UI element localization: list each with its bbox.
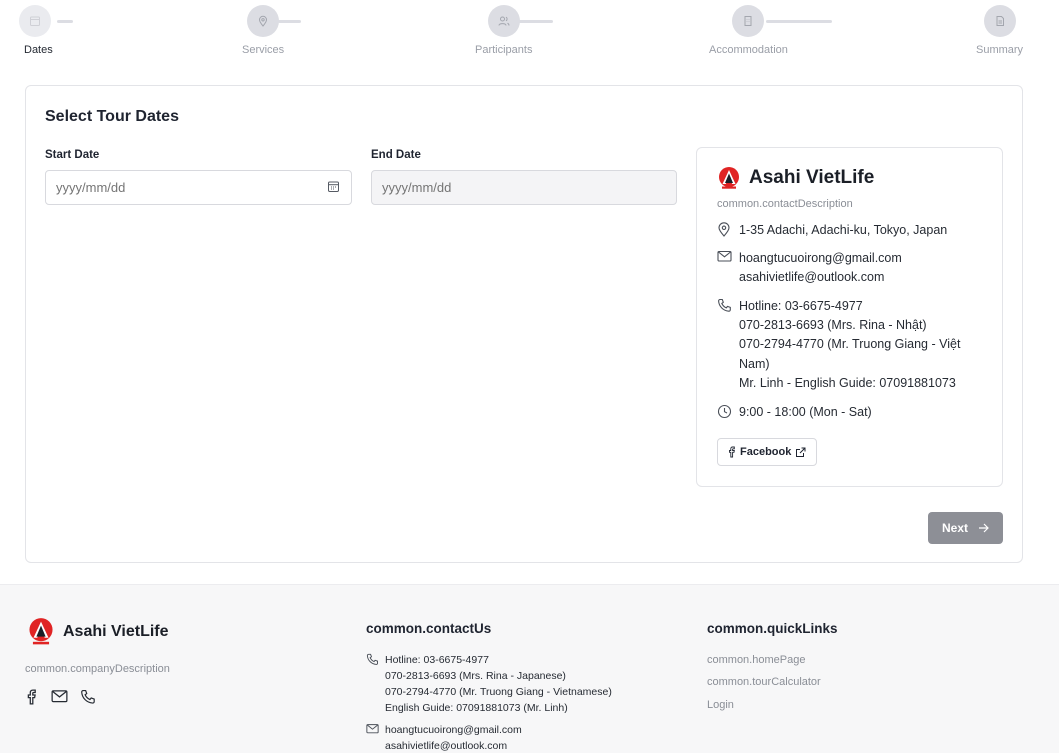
phone-icon — [366, 653, 380, 666]
footer-email[interactable]: asahivietlife@outlook.com — [385, 738, 522, 754]
external-link-icon — [795, 447, 806, 458]
phone-text: Mr. Linh - English Guide: 07091881073 — [739, 375, 956, 390]
footer-phone-row: Hotline: 03-6675-4977 070-2813-6693 (Mrs… — [366, 652, 612, 716]
phone-text: 070-2813-6693 (Mrs. Rina - Nhật) — [739, 318, 927, 333]
contact-brand: Asahi VietLife — [717, 166, 874, 190]
arrow-right-icon — [978, 523, 989, 533]
footer-description: common.companyDescription — [25, 663, 170, 675]
phone-icon[interactable] — [80, 689, 96, 705]
next-label: Next — [941, 521, 968, 535]
step-label: Services — [242, 44, 285, 56]
step-label: Dates — [24, 44, 53, 56]
asahi-logo-icon — [717, 166, 741, 190]
step-services[interactable]: Services — [242, 5, 284, 56]
asahi-logo-icon — [27, 617, 55, 647]
social-links — [25, 689, 108, 705]
facebook-icon — [728, 446, 736, 458]
footer-email[interactable]: hoangtucuoirong@gmail.com — [385, 722, 522, 738]
hotline-text: Hotline: 03-6675-4977 — [739, 299, 863, 313]
quick-links-heading: common.quickLinks — [707, 621, 838, 636]
facebook-button[interactable]: Facebook — [717, 438, 818, 466]
phone-text: 070-2794-4770 (Mr. Truong Giang - Việt N… — [739, 337, 961, 371]
footer-phone: 070-2813-6693 (Mrs. Rina - Japanese) — [385, 670, 566, 682]
quick-link-login[interactable]: Login — [707, 699, 734, 711]
start-date-input[interactable] — [45, 170, 352, 205]
footer-email-row: hoangtucuoirong@gmail.com asahivietlife@… — [366, 722, 522, 754]
mail-icon[interactable] — [51, 689, 68, 705]
progress-stepper: Dates Services Participants Accommodatio… — [0, 0, 1059, 66]
step-label: Participants — [475, 44, 533, 56]
end-date-label: End Date — [371, 149, 421, 161]
step-accommodation[interactable]: Accommodation — [709, 5, 788, 56]
email-link[interactable]: asahivietlife@outlook.com — [739, 268, 902, 287]
brand-name: Asahi VietLife — [749, 167, 875, 188]
mail-icon — [366, 723, 380, 734]
next-button[interactable]: Next — [928, 512, 1003, 544]
contact-info-panel: Asahi VietLife common.contactDescription… — [696, 147, 1003, 487]
facebook-label: Facebook — [740, 446, 792, 458]
step-label: Accommodation — [709, 44, 788, 56]
phone-icon — [717, 298, 733, 313]
date-selection-card: Select Tour Dates Start Date End Date As… — [25, 85, 1023, 563]
contact-us-heading: common.contactUs — [366, 621, 492, 636]
quick-link-home[interactable]: common.homePage — [707, 654, 805, 666]
building-icon — [732, 5, 765, 37]
calendar-icon[interactable] — [327, 180, 340, 193]
clock-icon — [717, 404, 733, 419]
end-date-input[interactable] — [371, 170, 677, 205]
step-dates[interactable]: Dates — [18, 5, 53, 56]
address-row: 1-35 Adachi, Adachi-ku, Tokyo, Japan — [717, 221, 947, 240]
footer-phone: English Guide: 07091881073 (Mr. Linh) — [385, 702, 568, 714]
step-participants[interactable]: Participants — [475, 5, 532, 56]
address-text: 1-35 Adachi, Adachi-ku, Tokyo, Japan — [739, 223, 948, 237]
step-connector — [57, 20, 73, 23]
step-label: Summary — [976, 44, 1024, 56]
calendar-icon — [19, 5, 52, 37]
hours-text: 9:00 - 18:00 (Mon - Sat) — [739, 405, 872, 419]
site-footer: Asahi VietLife common.companyDescription… — [0, 584, 1059, 753]
map-pin-icon — [717, 222, 733, 237]
email-row: hoangtucuoirong@gmail.com asahivietlife@… — [717, 249, 902, 287]
map-pin-icon — [247, 5, 280, 37]
footer-phone: 070-2794-4770 (Mr. Truong Giang - Vietna… — [385, 686, 612, 698]
footer-hotline: Hotline: 03-6675-4977 — [385, 654, 489, 666]
document-icon — [983, 5, 1016, 37]
page-title: Select Tour Dates — [45, 108, 179, 125]
footer-brand-name: Asahi VietLife — [63, 623, 169, 640]
quick-link-tour-calculator[interactable]: common.tourCalculator — [707, 676, 821, 688]
start-date-label: Start Date — [45, 149, 100, 161]
email-link[interactable]: hoangtucuoirong@gmail.com — [739, 249, 902, 268]
mail-icon — [717, 250, 733, 262]
hours-row: 9:00 - 18:00 (Mon - Sat) — [717, 403, 872, 422]
facebook-icon[interactable] — [25, 689, 39, 705]
contact-description: common.contactDescription — [717, 198, 853, 210]
phone-row: Hotline: 03-6675-4977 070-2813-6693 (Mrs… — [717, 297, 987, 393]
step-summary[interactable]: Summary — [976, 5, 1023, 56]
users-icon — [487, 5, 520, 37]
footer-brand: Asahi VietLife — [27, 617, 169, 647]
